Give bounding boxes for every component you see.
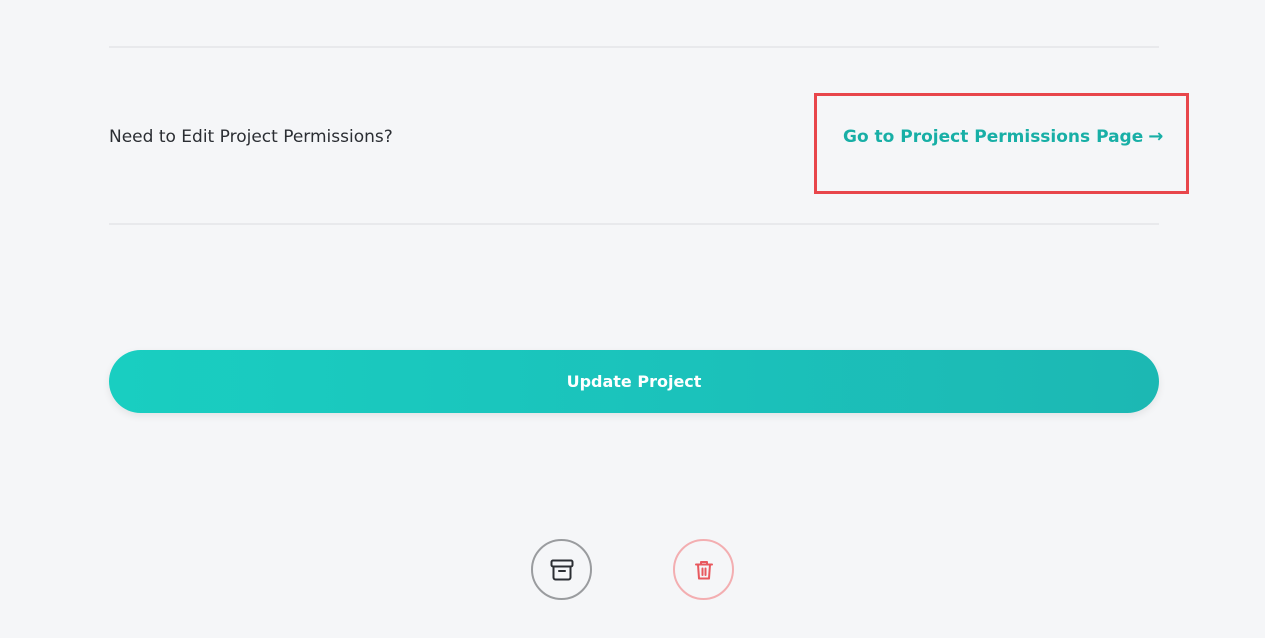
project-permissions-link-label: Go to Project Permissions Page xyxy=(843,127,1144,147)
delete-project-button[interactable] xyxy=(673,539,734,600)
trash-icon xyxy=(694,560,713,579)
update-project-button[interactable]: Update Project xyxy=(109,350,1159,413)
archive-box-icon xyxy=(550,559,573,580)
section-divider-top xyxy=(109,46,1159,48)
section-divider-bottom xyxy=(109,223,1159,225)
archive-project-button[interactable] xyxy=(531,539,592,600)
arrow-right-icon: → xyxy=(1148,126,1164,147)
permissions-question: Need to Edit Project Permissions? xyxy=(109,127,393,147)
project-permissions-link[interactable]: Go to Project Permissions Page → xyxy=(843,124,1163,150)
